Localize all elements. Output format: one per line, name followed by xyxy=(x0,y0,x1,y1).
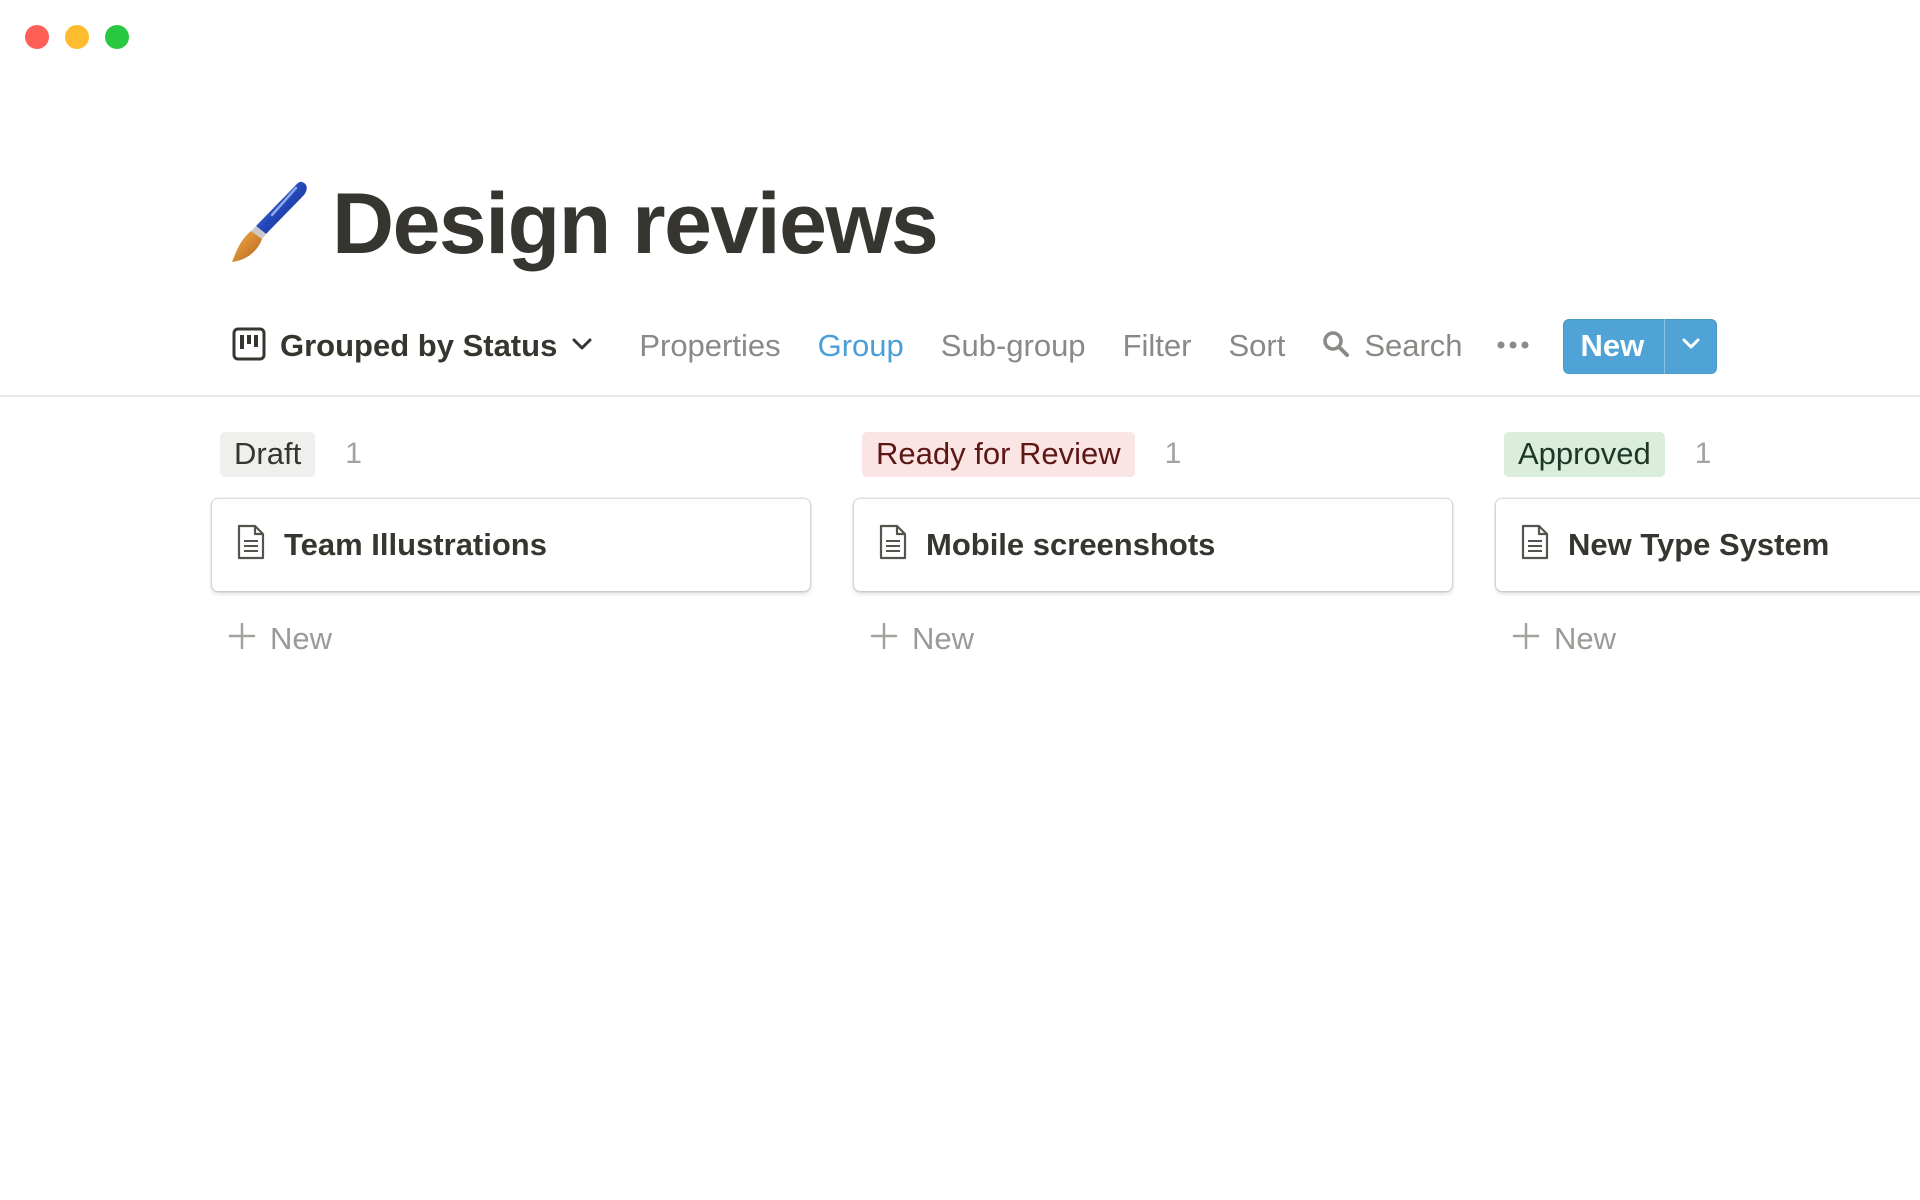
board-card[interactable]: New Type System xyxy=(1496,498,1920,591)
add-card-button[interactable]: New xyxy=(1512,621,1920,657)
search-icon xyxy=(1322,330,1350,363)
group-button[interactable]: Group xyxy=(818,328,904,364)
board-column-ready-for-review: Ready for Review 1 Mobile screenshots Ne… xyxy=(854,432,1452,657)
card-title: New Type System xyxy=(1568,526,1830,562)
board-column-draft: Draft 1 Team Illustrations New xyxy=(212,432,810,657)
add-card-button[interactable]: New xyxy=(870,621,1452,657)
add-card-label: New xyxy=(1554,620,1617,656)
page-title[interactable]: Design reviews xyxy=(332,181,939,267)
plus-icon xyxy=(870,622,898,655)
board-view: Draft 1 Team Illustrations New Ready for… xyxy=(212,432,1920,657)
app-window: Design reviews Grouped by Status Propert… xyxy=(0,0,1920,1200)
plus-icon xyxy=(1512,622,1540,655)
subgroup-button[interactable]: Sub-group xyxy=(941,328,1086,364)
sort-button[interactable]: Sort xyxy=(1228,328,1285,364)
paintbrush-icon[interactable] xyxy=(222,176,312,271)
status-tag[interactable]: Approved xyxy=(1504,432,1665,477)
view-label: Grouped by Status xyxy=(280,328,558,363)
column-header: Approved 1 xyxy=(1504,432,1920,477)
status-tag[interactable]: Ready for Review xyxy=(862,432,1135,477)
document-icon xyxy=(1520,524,1550,565)
document-icon xyxy=(236,524,266,565)
chevron-down-icon xyxy=(1681,337,1701,355)
column-header: Draft 1 xyxy=(220,432,810,477)
search-button[interactable]: Search xyxy=(1322,328,1463,364)
column-count: 1 xyxy=(1164,437,1182,471)
ellipsis-icon xyxy=(1496,337,1530,355)
board-card[interactable]: Team Illustrations xyxy=(212,498,810,591)
board-column-approved: Approved 1 New Type System New xyxy=(1496,432,1920,657)
board-view-icon xyxy=(232,327,266,366)
chevron-down-icon xyxy=(571,337,593,356)
status-tag[interactable]: Draft xyxy=(220,432,316,477)
window-controls xyxy=(25,25,129,49)
column-count: 1 xyxy=(1694,437,1712,471)
close-window-button[interactable] xyxy=(25,25,49,49)
zoom-window-button[interactable] xyxy=(105,25,129,49)
document-icon xyxy=(878,524,908,565)
minimize-window-button[interactable] xyxy=(65,25,89,49)
page-header: Design reviews xyxy=(222,176,939,271)
search-label: Search xyxy=(1364,328,1463,363)
card-title: Mobile screenshots xyxy=(926,526,1216,562)
toolbar-links: Properties Group Sub-group Filter Sort xyxy=(639,328,1322,364)
column-header: Ready for Review 1 xyxy=(862,432,1452,477)
database-toolbar: Grouped by Status Properties Group Sub-g… xyxy=(232,318,1920,374)
filter-button[interactable]: Filter xyxy=(1123,328,1192,364)
add-card-label: New xyxy=(912,620,975,656)
more-options-button[interactable] xyxy=(1495,328,1531,364)
new-dropdown-button[interactable] xyxy=(1664,318,1717,374)
card-title: Team Illustrations xyxy=(284,526,547,562)
toolbar-divider xyxy=(0,395,1920,397)
add-card-label: New xyxy=(270,620,333,656)
new-button[interactable]: New xyxy=(1563,319,1665,374)
column-count: 1 xyxy=(345,437,362,471)
plus-icon xyxy=(228,622,256,655)
new-button-group: New xyxy=(1562,318,1718,374)
view-switcher[interactable]: Grouped by Status xyxy=(232,327,593,366)
properties-button[interactable]: Properties xyxy=(639,328,780,364)
board-card[interactable]: Mobile screenshots xyxy=(854,498,1452,591)
add-card-button[interactable]: New xyxy=(228,621,810,657)
